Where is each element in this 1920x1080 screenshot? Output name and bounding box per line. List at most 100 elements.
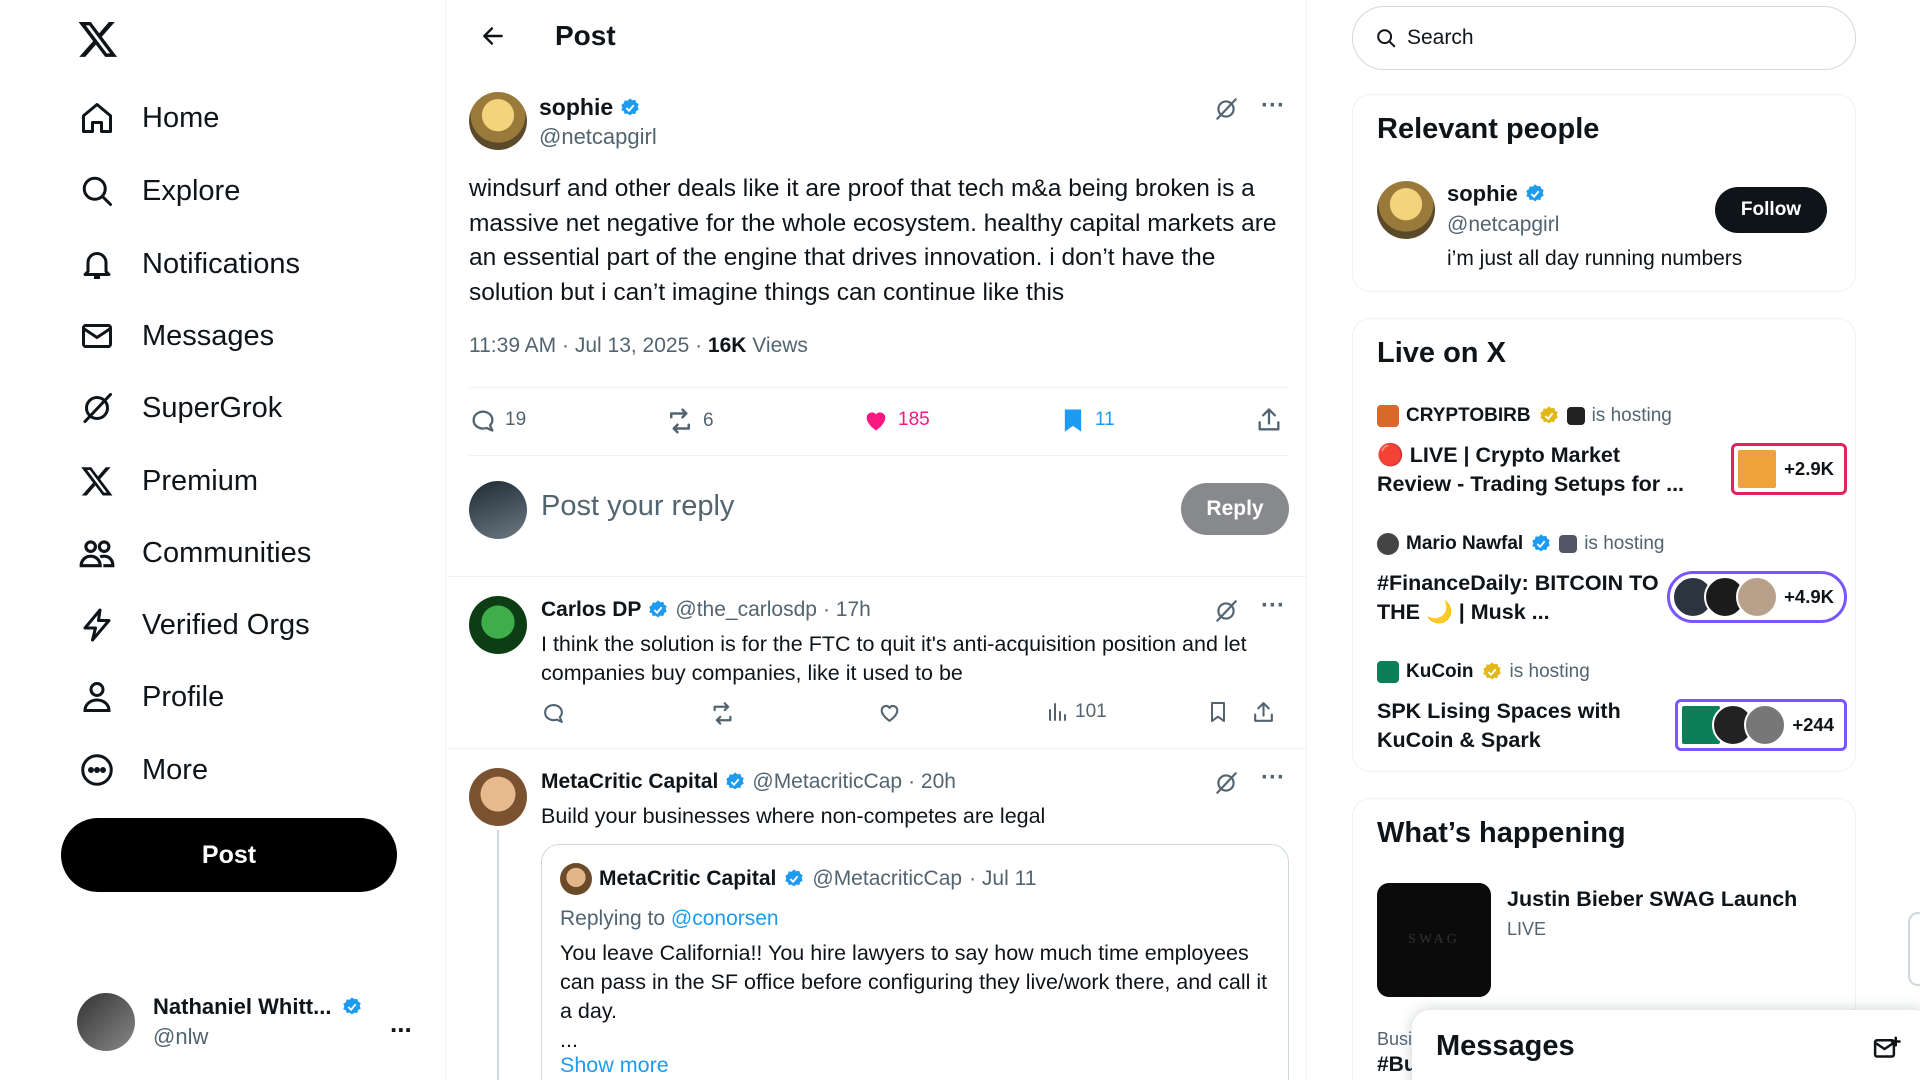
account-more-icon[interactable]: ...: [390, 1008, 412, 1039]
verified-badge-icon: [649, 600, 668, 618]
reply-action[interactable]: [541, 700, 566, 725]
verified-badge-icon: [621, 97, 639, 115]
nav-messages[interactable]: Messages: [72, 308, 274, 364]
more-circle-icon: [72, 745, 122, 795]
show-more-link[interactable]: Show more: [560, 1053, 669, 1078]
nav-home[interactable]: Home: [72, 90, 219, 146]
affiliate-badge-icon: [1559, 535, 1578, 553]
author-name[interactable]: Carlos DP: [541, 598, 641, 622]
tweet-timestamp[interactable]: 11:39 AM · Jul 13, 2025 ·: [469, 334, 708, 357]
views-action[interactable]: 101: [1045, 700, 1107, 724]
author-name[interactable]: MetaCritic Capital: [541, 770, 718, 794]
timestamp[interactable]: · 20h: [908, 770, 956, 794]
nav-label: More: [142, 753, 209, 786]
grok-icon: [72, 383, 122, 433]
like-action[interactable]: 185: [862, 406, 930, 434]
account-switcher[interactable]: Nathaniel Whitt... @nlw ...: [77, 990, 427, 1054]
grok-icon[interactable]: [1213, 598, 1239, 629]
repost-action[interactable]: [709, 700, 736, 727]
avatar[interactable]: [469, 596, 527, 654]
post-button[interactable]: Post: [61, 818, 397, 892]
live-space-item[interactable]: Mario Nawfal is hosting #FinanceDaily: B…: [1377, 533, 1847, 643]
listener-avatar: [1736, 576, 1779, 618]
listener-count: +244: [1792, 714, 1834, 735]
space-title: SPK Lising Spaces with KuCoin & Spark: [1377, 699, 1621, 752]
nav-profile[interactable]: Profile: [72, 669, 224, 725]
quoted-tweet[interactable]: MetaCritic Capital @MetacriticCap · Jul …: [541, 844, 1289, 1080]
grok-icon[interactable]: [1213, 96, 1239, 127]
page-title: Post: [555, 20, 616, 51]
reply-button[interactable]: Reply: [1181, 483, 1289, 535]
grok-drawer-handle[interactable]: [1908, 912, 1920, 986]
like-action[interactable]: [877, 700, 902, 725]
share-action[interactable]: [1251, 700, 1276, 725]
live-space-item[interactable]: CRYPTOBIRB is hosting 🔴 LIVE | Crypto Ma…: [1377, 405, 1847, 515]
nav-communities[interactable]: Communities: [72, 525, 311, 581]
person-bio: i’m just all day running numbers: [1447, 247, 1743, 270]
trend-title[interactable]: Justin Bieber SWAG Launch: [1507, 887, 1797, 912]
nav-label: SuperGrok: [142, 391, 283, 424]
space-title: #FinanceDaily: BITCOIN TO THE 🌙 | Musk .…: [1377, 571, 1659, 624]
lightning-icon: [72, 600, 122, 650]
verified-badge-icon: [1526, 184, 1544, 202]
author-handle[interactable]: @the_carlosdp: [675, 598, 817, 622]
repost-count: 6: [703, 410, 714, 431]
reply-tweet[interactable]: Carlos DP @the_carlosdp · 17h ··· I thin…: [469, 592, 1289, 736]
listener-avatar: [1744, 704, 1787, 746]
share-action[interactable]: [1255, 406, 1283, 434]
tweet-meta: 11:39 AM · Jul 13, 2025 · 16K Views: [469, 334, 808, 358]
back-arrow-icon[interactable]: [471, 14, 515, 58]
follow-button[interactable]: Follow: [1715, 187, 1827, 233]
nav-supergrok[interactable]: SuperGrok: [72, 380, 282, 436]
replying-to-handle[interactable]: @conorsen: [671, 907, 779, 930]
verified-badge-icon: [726, 772, 745, 790]
reply-action[interactable]: 19: [469, 406, 526, 434]
x-icon: [72, 456, 122, 506]
nav-verified-orgs[interactable]: Verified Orgs: [72, 597, 310, 653]
more-icon[interactable]: ···: [1261, 592, 1285, 620]
bookmark-action[interactable]: [1206, 700, 1230, 724]
more-icon[interactable]: ···: [1261, 764, 1285, 792]
host-avatar: [1377, 661, 1399, 683]
nav-label: Profile: [142, 680, 225, 713]
search-bar[interactable]: Search: [1352, 6, 1856, 70]
x-logo-icon[interactable]: [77, 18, 119, 60]
avatar[interactable]: [1377, 181, 1435, 239]
author-handle[interactable]: @MetacriticCap: [752, 770, 902, 794]
trend-image[interactable]: SWAG: [1377, 883, 1491, 997]
search-input[interactable]: Search: [1407, 26, 1474, 50]
divider: [447, 748, 1306, 749]
reply-text: Build your businesses where non-competes…: [541, 804, 1046, 828]
bookmark-action[interactable]: 11: [1059, 406, 1115, 434]
avatar[interactable]: [469, 92, 527, 150]
nav-notifications[interactable]: Notifications: [72, 236, 300, 292]
quoted-author-handle: @MetacriticCap: [812, 867, 963, 890]
person-handle[interactable]: @netcapgirl: [1447, 213, 1559, 237]
person-icon: [72, 672, 122, 722]
nav-more[interactable]: More: [72, 742, 208, 798]
listener-avatar: [1736, 448, 1779, 490]
tweet-header: sophie @netcapgirl ···: [469, 92, 1289, 152]
nav-explore[interactable]: Explore: [72, 163, 240, 219]
person-name[interactable]: sophie: [1447, 181, 1518, 207]
grok-icon[interactable]: [1213, 770, 1239, 801]
gold-badge-icon: [1539, 406, 1558, 424]
space-title: 🔴 LIVE | Crypto Market Review - Trading …: [1377, 443, 1685, 496]
author-name[interactable]: sophie: [539, 94, 613, 121]
host-name: CRYPTOBIRB: [1406, 405, 1531, 426]
nav-premium[interactable]: Premium: [72, 453, 258, 509]
new-message-icon[interactable]: [1872, 1034, 1902, 1069]
search-icon: [1377, 29, 1396, 48]
author-handle[interactable]: @netcapgirl: [539, 124, 657, 150]
timestamp[interactable]: · 17h: [823, 598, 871, 622]
trend-hashtag[interactable]: #Bu: [1377, 1053, 1417, 1077]
more-icon[interactable]: ···: [1261, 92, 1285, 120]
nav-label: Explore: [142, 174, 241, 207]
heart-icon: [880, 705, 899, 723]
reply-input[interactable]: Post your reply: [541, 490, 734, 523]
messages-drawer[interactable]: Messages: [1412, 1010, 1920, 1080]
repost-action[interactable]: 6: [665, 406, 714, 436]
live-space-item[interactable]: KuCoin is hosting SPK Lising Spaces with…: [1377, 661, 1847, 771]
avatar[interactable]: [469, 768, 527, 826]
gold-badge-icon: [1482, 662, 1501, 680]
